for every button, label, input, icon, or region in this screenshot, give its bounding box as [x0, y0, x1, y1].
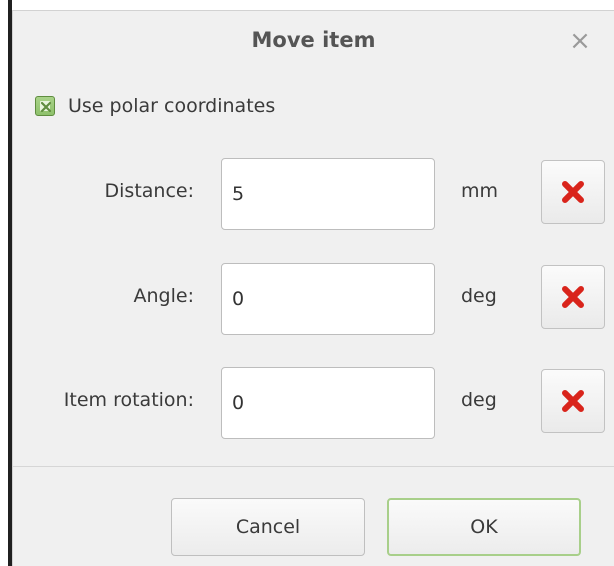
distance-unit: mm [461, 180, 499, 202]
angle-label: Angle: [133, 285, 194, 307]
distance-input[interactable] [221, 158, 435, 230]
item-rotation-unit: deg [461, 389, 497, 411]
dialog-title: Move item [251, 28, 376, 52]
item-rotation-label: Item rotation: [63, 389, 194, 411]
ok-button[interactable]: OK [387, 498, 581, 556]
red-x-icon [562, 286, 584, 308]
item-rotation-input[interactable] [221, 367, 435, 439]
clear-item-rotation-button[interactable] [541, 369, 605, 433]
angle-input[interactable] [221, 263, 435, 335]
red-x-icon [562, 181, 584, 203]
move-item-dialog: Move item × Use polar coordinates Distan… [12, 10, 614, 566]
window-edge [0, 0, 12, 566]
angle-unit: deg [461, 285, 497, 307]
polar-coordinates-label: Use polar coordinates [68, 95, 276, 117]
polar-coordinates-checkbox[interactable] [35, 96, 55, 116]
distance-label: Distance: [104, 180, 194, 202]
titlebar: Move item × [13, 11, 614, 73]
item-rotation-row: Item rotation: deg [13, 367, 614, 447]
distance-row: Distance: mm [13, 158, 614, 238]
cancel-button[interactable]: Cancel [171, 498, 365, 556]
check-x-icon [40, 101, 52, 113]
close-icon: × [569, 26, 591, 56]
angle-row: Angle: deg [13, 263, 614, 343]
red-x-icon [562, 390, 584, 412]
close-button[interactable]: × [568, 26, 592, 56]
polar-coordinates-option: Use polar coordinates [35, 93, 275, 119]
clear-distance-button[interactable] [541, 160, 605, 224]
clear-angle-button[interactable] [541, 265, 605, 329]
divider [13, 466, 614, 467]
